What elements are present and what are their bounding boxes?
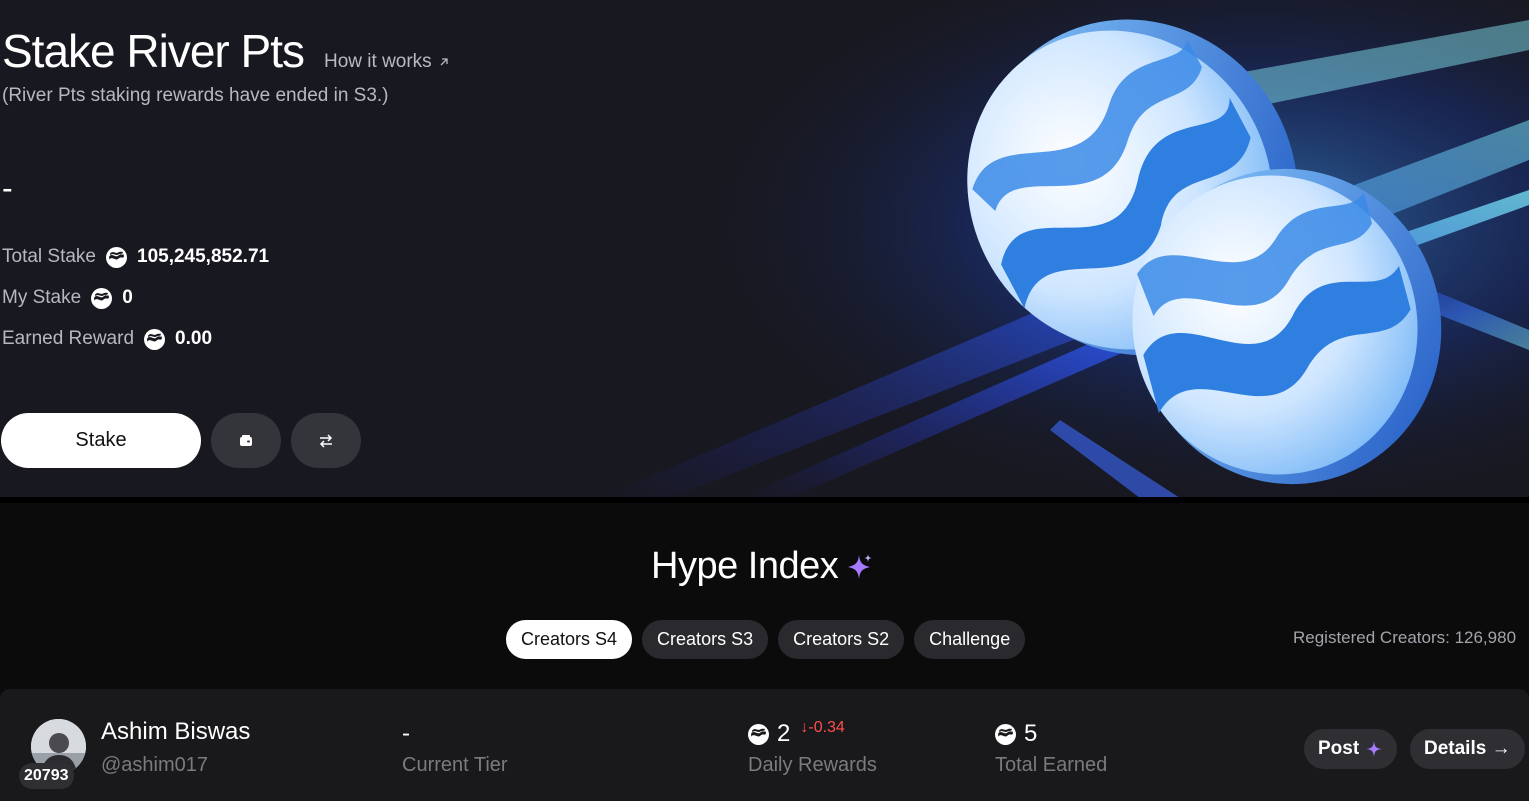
total-stake-label: Total Stake — [2, 246, 96, 267]
registered-creators-count: Registered Creators: 126,980 — [1293, 628, 1517, 647]
post-label: Post — [1318, 738, 1360, 759]
swap-icon — [319, 433, 333, 448]
page-title: Stake River Pts — [2, 25, 305, 77]
hype-index-title: Hype Index — [651, 545, 839, 587]
total-earned-value: 5 — [1024, 720, 1038, 747]
hype-index-heading: Hype Index — [651, 545, 874, 588]
total-stake-value: 105,245,852.71 — [137, 246, 270, 267]
river-pts-icon — [748, 723, 769, 745]
daily-rewards-label: Daily Rewards — [748, 754, 877, 776]
tab-challenge[interactable]: Challenge — [914, 620, 1026, 659]
creator-name[interactable]: Ashim Biswas — [101, 718, 250, 746]
earned-reward-label: Earned Reward — [2, 328, 135, 349]
daily-rewards-value: 2 — [777, 720, 791, 747]
daily-rewards-delta: ↓-0.34 — [800, 719, 845, 736]
sparkle-icon — [848, 553, 873, 579]
my-stake-row: My Stake 0 — [2, 287, 133, 309]
current-tier-label: Current Tier — [402, 754, 508, 776]
stake-button[interactable]: Stake — [1, 413, 201, 468]
tab-creators-s3[interactable]: Creators S3 — [642, 620, 769, 659]
total-earned-value-group: 5 — [995, 720, 1037, 748]
staking-ended-note: (River Pts staking rewards have ended in… — [2, 85, 389, 106]
creator-handle: @ashim017 — [101, 754, 209, 776]
sparkle-icon — [1366, 741, 1383, 757]
how-it-works-label: How it works — [324, 51, 432, 72]
my-stake-value: 0 — [122, 287, 133, 308]
post-button[interactable]: Post — [1304, 729, 1398, 769]
details-button[interactable]: Details → — [1410, 729, 1525, 769]
how-it-works-link[interactable]: How it works — [324, 51, 450, 73]
arrow-up-right-icon — [440, 58, 448, 66]
stake-title-row: Stake River Pts How it works — [2, 24, 450, 78]
river-pts-icon — [144, 328, 166, 350]
total-earned-label: Total Earned — [995, 754, 1108, 776]
rank-badge: 20793 — [19, 763, 74, 789]
wallet-icon — [240, 434, 252, 446]
current-tier-value: - — [402, 720, 410, 747]
tab-creators-s2[interactable]: Creators S2 — [778, 620, 905, 659]
stake-hero: Stake River Pts How it works (River Pts … — [0, 0, 1529, 498]
river-pts-icon — [106, 246, 127, 268]
hype-tabs: Creators S4 Creators S3 Creators S2 Chal… — [506, 620, 1026, 659]
river-pts-icon — [91, 287, 113, 309]
daily-rewards-value-group: 2 ↓-0.34 — [748, 719, 845, 748]
wallet-button[interactable] — [211, 413, 281, 468]
total-stake-row: Total Stake 105,245,852.71 — [2, 246, 269, 268]
section-divider — [0, 497, 1529, 503]
my-stake-label: My Stake — [2, 287, 82, 308]
tab-creators-s4[interactable]: Creators S4 — [506, 620, 633, 659]
swap-button[interactable] — [291, 413, 361, 468]
headline-value: - — [2, 170, 13, 206]
river-coins-illustration — [560, 0, 1529, 498]
river-pts-icon — [995, 723, 1016, 745]
earned-reward-row: Earned Reward 0.00 — [2, 328, 212, 350]
earned-reward-value: 0.00 — [175, 328, 213, 349]
